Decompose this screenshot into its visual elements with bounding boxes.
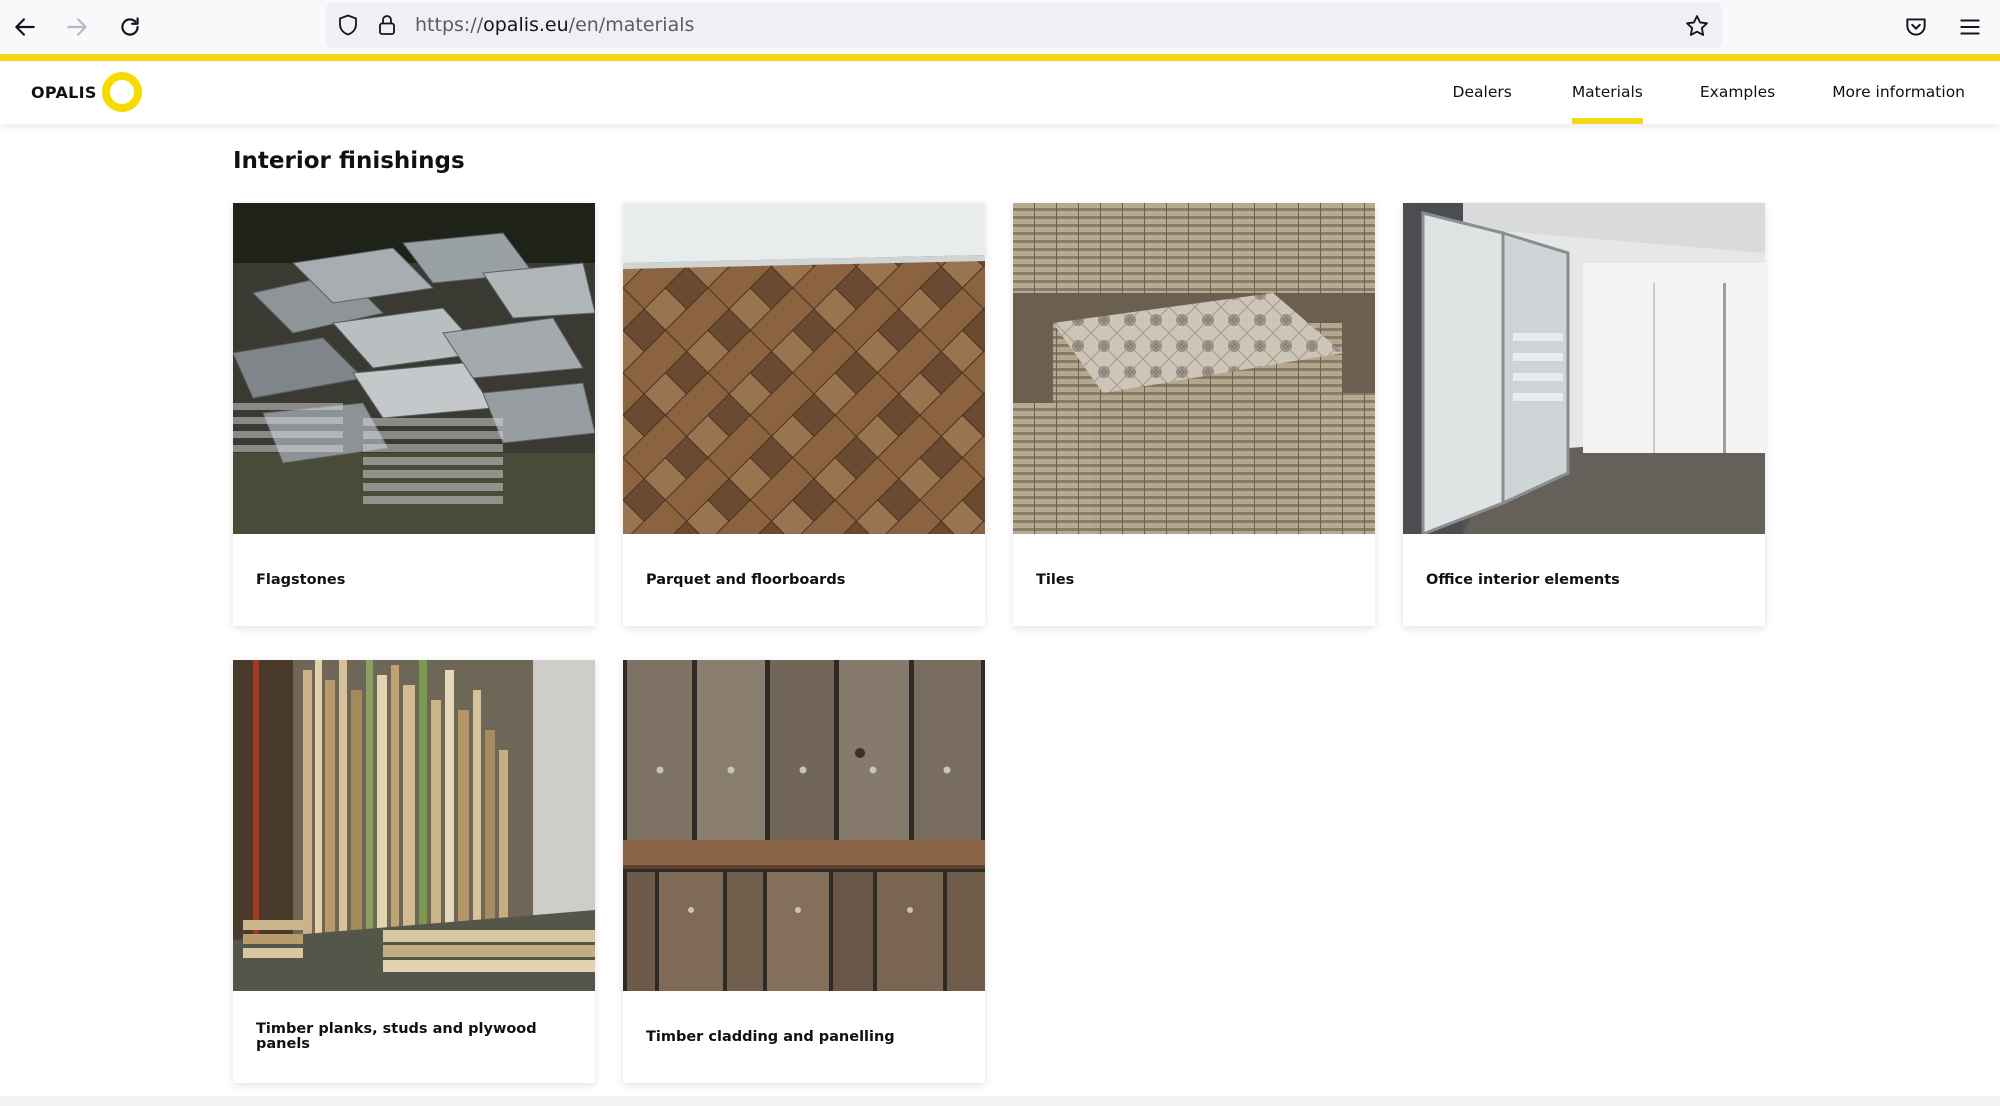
card-image [233,203,595,534]
page-footer-edge [0,1096,2000,1106]
card-office-interior-elements[interactable]: Office interior elements [1403,203,1765,626]
forward-button[interactable] [59,9,95,45]
shield-icon[interactable] [336,13,360,37]
tiles-image [1013,203,1375,534]
reload-icon [121,17,139,36]
page-title: Interior finishings [233,148,465,174]
office-image [1403,203,1765,534]
main-nav: Dealers Materials Examples More informat… [1453,61,2000,124]
card-label: Flagstones [256,571,346,588]
card-image [1403,203,1765,534]
parquet-image [623,203,985,534]
card-image [233,660,595,991]
timber-cladding-image [623,660,985,991]
back-button[interactable] [7,9,43,45]
pocket-button[interactable] [1898,9,1934,45]
card-label: Timber cladding and panelling [646,1028,895,1045]
logo-text: OPALIS [31,82,97,102]
pocket-icon [1906,18,1926,36]
site-header: OPALIS Dealers Materials Examples More i… [0,61,2000,124]
menu-icon [1960,19,1980,35]
card-flagstones[interactable]: Flagstones [233,203,595,626]
card-timber-planks[interactable]: Timber planks, studs and plywood panels [233,660,595,1083]
url-text[interactable]: https://opalis.eu/en/materials [415,3,694,48]
logo-ring-icon [101,72,142,112]
card-parquet-floorboards[interactable]: Parquet and floorboards [623,203,985,626]
card-label: Office interior elements [1426,571,1620,588]
browser-toolbar: https://opalis.eu/en/materials [0,0,2000,54]
nav-examples[interactable]: Examples [1700,61,1775,124]
card-tiles[interactable]: Tiles [1013,203,1375,626]
card-image [623,203,985,534]
nav-dealers[interactable]: Dealers [1453,61,1512,124]
opalis-logo[interactable]: OPALIS [31,71,142,113]
back-arrow-icon [15,18,35,36]
flagstones-image [233,203,595,534]
card-label: Timber planks, studs and plywood panels [256,1021,537,1052]
card-label: Tiles [1036,571,1075,588]
card-label: Parquet and floorboards [646,571,846,588]
accent-stripe [0,54,2000,61]
forward-arrow-icon [67,18,87,36]
card-image [1013,203,1375,534]
card-timber-cladding[interactable]: Timber cladding and panelling [623,660,985,1083]
nav-more-information[interactable]: More information [1832,61,1965,124]
app-menu-button[interactable] [1952,9,1988,45]
address-bar[interactable]: https://opalis.eu/en/materials [326,3,1722,48]
timber-planks-image [233,660,595,991]
nav-materials[interactable]: Materials [1571,61,1643,124]
reload-button[interactable] [112,9,148,45]
lock-icon[interactable] [375,13,399,37]
card-image [623,660,985,991]
star-icon[interactable] [1684,13,1710,39]
